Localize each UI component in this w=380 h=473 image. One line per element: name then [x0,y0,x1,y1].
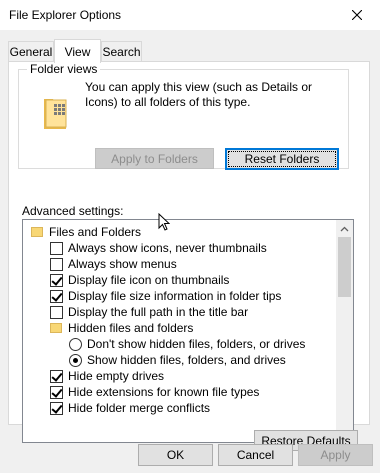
view-tab-panel: Folder views You can apply this view (su… [8,61,370,451]
close-icon [352,10,362,20]
option-label: Display the full path in the title bar [68,305,249,319]
apply-button[interactable]: Apply [298,444,373,466]
folder-views-icon [35,93,75,136]
checkbox[interactable] [50,289,63,303]
option-hide-empty-drives[interactable]: Hide empty drives [50,368,164,384]
checkbox[interactable] [50,305,63,319]
title-bar: File Explorer Options [0,0,380,30]
checkbox[interactable] [50,385,63,399]
dialog-body: General View Search Folder views You can… [0,30,380,473]
checkbox[interactable] [50,241,63,255]
radio-button[interactable] [69,353,82,367]
scroll-thumb[interactable] [338,237,351,297]
option-label: Display file size information in folder … [68,289,282,303]
reset-folders-button[interactable]: Reset Folders [225,148,339,170]
option-label: Display file icon on thumbnails [68,273,230,287]
option-label: Always show icons, never thumbnails [68,241,267,255]
folder-views-description: You can apply this view (such as Details… [85,80,313,109]
advanced-settings-label: Advanced settings: [22,204,124,218]
checkbox[interactable] [50,257,63,271]
option-label: Hide extensions for known file types [68,385,260,399]
folder-icon [50,323,62,333]
option-label: Hide empty drives [68,369,165,383]
option-label: Show hidden files, folders, and drives [87,353,286,367]
tree-item-label: Files and Folders [49,225,142,239]
option-label: Hide folder merge conflicts [68,401,211,415]
option-hide-merge-conflicts[interactable]: Hide folder merge conflicts [50,400,210,416]
apply-to-folders-button[interactable]: Apply to Folders [95,148,214,169]
scroll-up-button[interactable] [336,220,353,237]
option-label: Don't show hidden files, folders, or dri… [87,337,306,351]
tree-item-label: Hidden files and folders [68,321,194,335]
option-display-file-size-info[interactable]: Display file size information in folder … [50,288,281,304]
tab-search[interactable]: Search [101,41,142,61]
option-display-full-path[interactable]: Display the full path in the title bar [50,304,248,320]
tab-general[interactable]: General [8,41,54,61]
option-show-hidden[interactable]: Show hidden files, folders, and drives [69,352,286,368]
checkbox[interactable] [50,369,63,383]
tree-folder-files-and-folders: Files and Folders [31,224,141,240]
window-title: File Explorer Options [9,8,122,22]
option-always-show-menus[interactable]: Always show menus [50,256,177,272]
close-button[interactable] [334,0,380,30]
tree-folder-hidden-files: Hidden files and folders [50,320,193,336]
ok-button[interactable]: OK [138,444,213,466]
focus-rectangle [228,151,336,167]
option-hide-extensions[interactable]: Hide extensions for known file types [50,384,259,400]
option-dont-show-hidden[interactable]: Don't show hidden files, folders, or dri… [69,336,305,352]
cancel-button[interactable]: Cancel [218,444,293,466]
folder-icon [31,227,43,237]
folder-views-legend: Folder views [27,62,101,76]
option-always-show-icons[interactable]: Always show icons, never thumbnails [50,240,267,256]
tab-view[interactable]: View [54,39,101,63]
option-display-file-icon-thumbnails[interactable]: Display file icon on thumbnails [50,272,229,288]
radio-button[interactable] [69,337,82,351]
vertical-scrollbar[interactable] [336,220,353,442]
mouse-cursor-icon [158,213,170,231]
checkbox[interactable] [50,273,63,287]
checkbox[interactable] [50,401,63,415]
option-label: Always show menus [68,257,177,271]
chevron-up-icon [340,226,349,231]
advanced-settings-list[interactable]: Files and Folders Always show icons, nev… [22,219,354,443]
